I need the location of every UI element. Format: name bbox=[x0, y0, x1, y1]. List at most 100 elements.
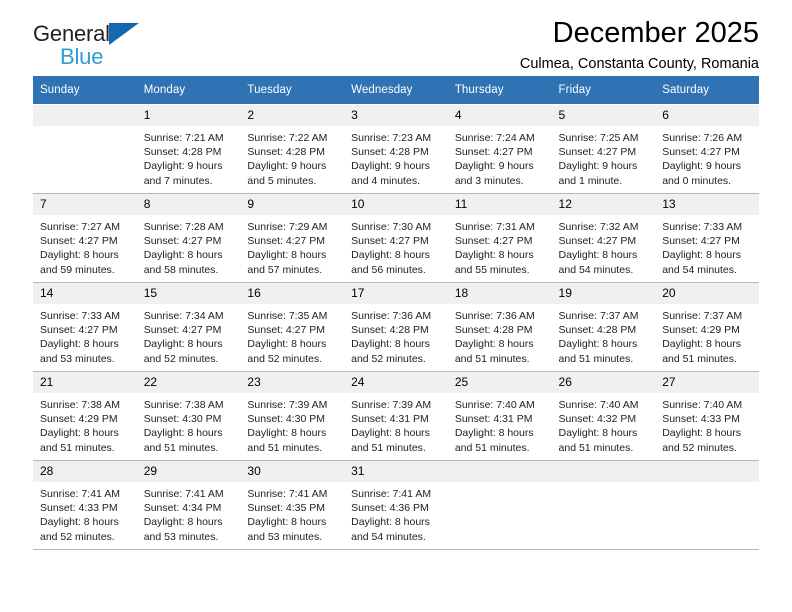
calendar-day-cell[interactable]: 4 Sunrise: 7:24 AM Sunset: 4:27 PM Daylight… bbox=[447, 104, 552, 194]
day-daylight-text: Daylight: 8 hours bbox=[247, 427, 327, 440]
calendar-day-cell[interactable]: 10 Sunrise: 7:30 AM Sunset: 4:27 PM Dayligh… bbox=[344, 193, 448, 283]
day-daylight-text: and 53 minutes. bbox=[143, 530, 219, 543]
calendar-day-cell[interactable]: 12 Sunrise: 7:32 AM Sunset: 4:27 PM Dayligh… bbox=[551, 193, 656, 283]
calendar-day-cell[interactable]: 9 Sunrise: 7:29 AM Sunset: 4:27 PM Daylight… bbox=[240, 193, 345, 283]
calendar-day-cell[interactable]: 8 Sunrise: 7:28 AM Sunset: 4:27 PM Daylight… bbox=[136, 193, 241, 283]
calendar-day-cell[interactable]: 28 Sunrise: 7:41 AM Sunset: 4:33 PM Dayligh… bbox=[33, 460, 137, 550]
brand-logo[interactable]: General Blue bbox=[33, 0, 139, 68]
calendar-day-cell[interactable]: 24 Sunrise: 7:39 AM Sunset: 4:31 PM Dayligh… bbox=[344, 371, 448, 461]
calendar-day-cell[interactable]: 17 Sunrise: 7:36 AM Sunset: 4:28 PM Dayligh… bbox=[344, 282, 448, 372]
day-daylight-text: and 58 minutes. bbox=[143, 263, 219, 276]
day-number: 17 bbox=[344, 283, 448, 304]
day-details: Sunrise: 7:36 AM Sunset: 4:28 PM Daylight:… bbox=[344, 304, 448, 366]
calendar-day-cell[interactable]: 16 Sunrise: 7:35 AM Sunset: 4:27 PM Dayligh… bbox=[240, 282, 345, 372]
day-details: Sunrise: 7:31 AM Sunset: 4:27 PM Daylight:… bbox=[448, 215, 552, 277]
day-sunset-text: Sunset: 4:28 PM bbox=[558, 324, 637, 337]
calendar-day-cell[interactable]: 3 Sunrise: 7:23 AM Sunset: 4:28 PM Daylight… bbox=[344, 104, 448, 194]
calendar-day-cell[interactable]: 21 Sunrise: 7:38 AM Sunset: 4:29 PM Dayligh… bbox=[33, 371, 137, 461]
calendar-day-cell[interactable]: 23 Sunrise: 7:39 AM Sunset: 4:30 PM Dayligh… bbox=[240, 371, 345, 461]
title-block: December 2025 Culmea, Constanta County, … bbox=[520, 0, 759, 73]
day-daylight-text: and 4 minutes. bbox=[351, 174, 420, 187]
day-sunset-text: Sunset: 4:27 PM bbox=[351, 235, 429, 248]
day-details: Sunrise: 7:33 AM Sunset: 4:27 PM Daylight:… bbox=[655, 215, 759, 277]
calendar-day-cell[interactable]: 30 Sunrise: 7:41 AM Sunset: 4:35 PM Dayligh… bbox=[240, 460, 345, 550]
day-sunset-text: Sunset: 4:34 PM bbox=[143, 502, 222, 515]
calendar-day-cell[interactable]: 18 Sunrise: 7:36 AM Sunset: 4:28 PM Dayligh… bbox=[447, 282, 552, 372]
day-sunrise-text: Sunrise: 7:25 AM bbox=[558, 132, 639, 144]
day-sunrise-text: Sunrise: 7:39 AM bbox=[247, 399, 328, 411]
day-number: 24 bbox=[344, 372, 448, 393]
day-daylight-text: and 53 minutes. bbox=[247, 530, 323, 543]
day-daylight-text: Daylight: 8 hours bbox=[558, 427, 638, 440]
calendar-day-cell[interactable]: 15 Sunrise: 7:34 AM Sunset: 4:27 PM Dayligh… bbox=[136, 282, 241, 372]
calendar-day-cell[interactable]: 26 Sunrise: 7:40 AM Sunset: 4:32 PM Dayligh… bbox=[551, 371, 656, 461]
day-sunrise-text: Sunrise: 7:38 AM bbox=[143, 399, 224, 411]
day-sunset-text: Sunset: 4:27 PM bbox=[40, 324, 118, 337]
day-details: Sunrise: 7:25 AM Sunset: 4:27 PM Daylight:… bbox=[552, 126, 656, 188]
day-number: 20 bbox=[655, 283, 759, 304]
day-sunset-text: Sunset: 4:27 PM bbox=[454, 146, 533, 159]
day-number: 3 bbox=[344, 105, 448, 126]
day-sunrise-text: Sunrise: 7:37 AM bbox=[558, 310, 639, 322]
day-daylight-text: Daylight: 8 hours bbox=[247, 338, 327, 351]
day-daylight-text: and 59 minutes. bbox=[40, 263, 115, 276]
day-number: 6 bbox=[655, 105, 759, 126]
day-sunset-text: Sunset: 4:27 PM bbox=[143, 324, 222, 337]
day-sunrise-text: Sunrise: 7:40 AM bbox=[662, 399, 743, 411]
day-details: Sunrise: 7:27 AM Sunset: 4:27 PM Daylight:… bbox=[33, 215, 137, 277]
calendar-day-cell[interactable]: 1 Sunrise: 7:21 AM Sunset: 4:28 PM Daylight… bbox=[136, 104, 241, 194]
day-sunset-text: Sunset: 4:28 PM bbox=[351, 324, 429, 337]
day-number: 30 bbox=[240, 461, 345, 482]
calendar-head: Sunday Monday Tuesday Wednesday Thursday Frid… bbox=[33, 76, 759, 105]
day-number: 21 bbox=[33, 372, 137, 393]
day-daylight-text: and 7 minutes. bbox=[143, 174, 213, 187]
day-daylight-text: and 51 minutes. bbox=[454, 352, 530, 365]
calendar-day-cell[interactable]: 19 Sunrise: 7:37 AM Sunset: 4:28 PM Dayligh… bbox=[551, 282, 656, 372]
day-details: Sunrise: 7:38 AM Sunset: 4:29 PM Daylight:… bbox=[33, 393, 137, 455]
day-daylight-text: Daylight: 8 hours bbox=[662, 427, 742, 440]
day-daylight-text: Daylight: 8 hours bbox=[454, 338, 534, 351]
calendar-day-cell[interactable]: 20 Sunrise: 7:37 AM Sunset: 4:29 PM Dayligh… bbox=[655, 282, 759, 372]
day-sunset-text: Sunset: 4:27 PM bbox=[247, 235, 326, 248]
day-sunrise-text: Sunrise: 7:33 AM bbox=[40, 310, 120, 322]
day-number bbox=[447, 461, 552, 482]
calendar-day-cell[interactable]: 5 Sunrise: 7:25 AM Sunset: 4:27 PM Daylight… bbox=[551, 104, 656, 194]
weekday-header-wednesday: Wednesday bbox=[344, 76, 448, 105]
day-daylight-text: Daylight: 9 hours bbox=[143, 160, 223, 173]
day-daylight-text: and 0 minutes. bbox=[662, 174, 732, 187]
day-daylight-text: and 52 minutes. bbox=[143, 352, 219, 365]
calendar-day-cell[interactable]: 14 Sunrise: 7:33 AM Sunset: 4:27 PM Dayligh… bbox=[33, 282, 137, 372]
day-sunrise-text: Sunrise: 7:33 AM bbox=[662, 221, 743, 233]
calendar-day-cell[interactable]: 27 Sunrise: 7:40 AM Sunset: 4:33 PM Dayligh… bbox=[655, 371, 759, 461]
calendar-day-cell[interactable]: 2 Sunrise: 7:22 AM Sunset: 4:28 PM Daylight… bbox=[240, 104, 345, 194]
day-sunrise-text: Sunrise: 7:26 AM bbox=[662, 132, 743, 144]
calendar-day-cell[interactable]: 6 Sunrise: 7:26 AM Sunset: 4:27 PM Daylight… bbox=[655, 104, 759, 194]
weekday-header-row: Sunday Monday Tuesday Wednesday Thursday Frid… bbox=[33, 76, 759, 105]
weekday-header-monday: Monday bbox=[136, 76, 241, 105]
day-daylight-text: Daylight: 9 hours bbox=[351, 160, 430, 173]
day-daylight-text: and 51 minutes. bbox=[143, 441, 219, 454]
calendar-day-cell[interactable]: 22 Sunrise: 7:38 AM Sunset: 4:30 PM Dayligh… bbox=[136, 371, 241, 461]
calendar-day-cell[interactable]: 25 Sunrise: 7:40 AM Sunset: 4:31 PM Dayligh… bbox=[447, 371, 552, 461]
day-daylight-text: Daylight: 8 hours bbox=[247, 249, 327, 262]
calendar-day-cell[interactable]: 13 Sunrise: 7:33 AM Sunset: 4:27 PM Dayligh… bbox=[655, 193, 759, 283]
weekday-header-tuesday: Tuesday bbox=[240, 76, 345, 105]
day-sunset-text: Sunset: 4:32 PM bbox=[558, 413, 637, 426]
day-sunrise-text: Sunrise: 7:34 AM bbox=[143, 310, 224, 322]
calendar-day-cell[interactable]: 11 Sunrise: 7:31 AM Sunset: 4:27 PM Dayligh… bbox=[447, 193, 552, 283]
brand-logo-top: General bbox=[33, 23, 139, 45]
day-sunset-text: Sunset: 4:28 PM bbox=[143, 146, 222, 159]
day-daylight-text: Daylight: 9 hours bbox=[247, 160, 327, 173]
day-number: 18 bbox=[447, 283, 552, 304]
day-sunrise-text: Sunrise: 7:38 AM bbox=[40, 399, 120, 411]
calendar-week-row: 21 Sunrise: 7:38 AM Sunset: 4:29 PM Dayligh… bbox=[33, 371, 759, 461]
day-daylight-text: and 3 minutes. bbox=[454, 174, 524, 187]
day-daylight-text: Daylight: 8 hours bbox=[143, 249, 223, 262]
day-sunrise-text: Sunrise: 7:32 AM bbox=[558, 221, 639, 233]
calendar-day-cell[interactable]: 31 Sunrise: 7:41 AM Sunset: 4:36 PM Dayligh… bbox=[344, 460, 448, 550]
calendar-day-cell[interactable]: 7 Sunrise: 7:27 AM Sunset: 4:27 PM Daylight… bbox=[33, 193, 137, 283]
weekday-header-sunday: Sunday bbox=[33, 76, 137, 105]
calendar-day-cell[interactable]: 29 Sunrise: 7:41 AM Sunset: 4:34 PM Dayligh… bbox=[136, 460, 241, 550]
day-number: 16 bbox=[240, 283, 345, 304]
day-details: Sunrise: 7:37 AM Sunset: 4:28 PM Daylight:… bbox=[552, 304, 656, 366]
